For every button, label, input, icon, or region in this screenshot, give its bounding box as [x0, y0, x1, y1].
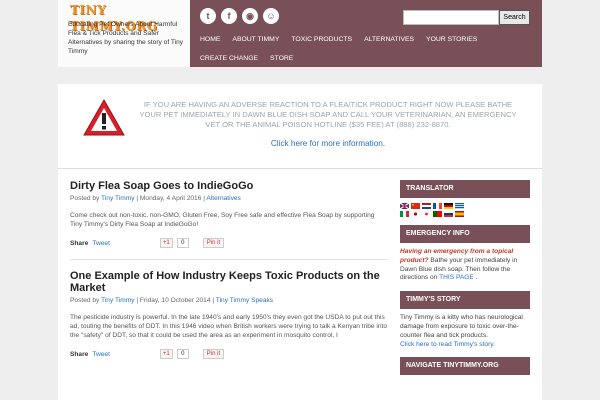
nav-panel: t f ◉ ☺ Search HOME ABOUT TIMMY TOXIC PR… [190, 0, 542, 67]
navigate-widget: NAVIGATE TINYTIMMY.ORG [400, 357, 530, 376]
nav-create-change[interactable]: CREATE CHANGE [200, 55, 258, 62]
divider [58, 168, 542, 169]
flag-gr-icon[interactable] [455, 203, 464, 209]
share-bar: Share Tweet +1 0 Pin it [70, 348, 388, 360]
gplus-count: 0 [176, 349, 189, 359]
search-button[interactable]: Search [499, 10, 530, 25]
brand-panel: Tiny Timmy.org Educating Pet Owners Abou… [58, 0, 190, 67]
post-meta: Posted by Tiny Timmy | Monday, 4 April 2… [70, 195, 388, 202]
flag-it-icon[interactable] [400, 211, 409, 217]
post-separator [70, 259, 388, 260]
emergency-text: Having an emergency from a topical produ… [400, 248, 518, 282]
flag-pt-icon[interactable] [433, 211, 442, 217]
language-flags [400, 203, 464, 217]
post-excerpt: The pesticide industry is powerful. In t… [70, 314, 388, 339]
gplus-button[interactable]: +1 [159, 238, 173, 248]
flag-zh-icon[interactable] [411, 203, 420, 209]
nav-alternatives[interactable]: ALTERNATIVES [364, 36, 414, 43]
story-text: Tiny Timmy is a kitty who has neurologic… [400, 314, 523, 339]
nav-store[interactable]: STORE [270, 55, 293, 62]
read-story-link[interactable]: Click here to read Timmy's story. [400, 341, 530, 350]
pin-it-button[interactable]: Pin it [202, 349, 225, 359]
post-item: Dirty Flea Soap Goes to IndieGoGo Posted… [70, 180, 388, 249]
post-category-link[interactable]: Alternatives [206, 195, 240, 202]
tweet-link[interactable]: Tweet [92, 240, 110, 247]
warning-icon [83, 98, 125, 136]
flag-nl-icon[interactable] [422, 203, 431, 209]
post-title[interactable]: One Example of How Industry Keeps Toxic … [70, 270, 388, 294]
timmys-story-widget: TIMMY'S STORY Tiny Timmy is a kitty who … [400, 291, 530, 349]
posted-by-label: Posted by [70, 195, 100, 202]
post-title[interactable]: Dirty Flea Soap Goes to IndieGoGo [70, 180, 388, 192]
twitter-icon[interactable]: t [200, 8, 216, 24]
share-label: Share [70, 239, 89, 247]
flag-ko-icon[interactable] [422, 211, 431, 217]
facebook-icon[interactable]: f [221, 8, 237, 24]
rss-icon[interactable]: ◉ [242, 8, 258, 24]
pin-it-button[interactable]: Pin it [202, 238, 225, 248]
flag-fr-icon[interactable] [433, 203, 442, 209]
nav-about-timmy[interactable]: ABOUT TIMMY [232, 36, 279, 43]
main-nav: HOME ABOUT TIMMY TOXIC PRODUCTS ALTERNAT… [200, 32, 530, 70]
post-author-link[interactable]: Tiny Timmy [101, 195, 134, 202]
gplus-count: 0 [176, 238, 189, 248]
post-excerpt: Come check out non-toxic, non-GMO, Glute… [70, 212, 375, 228]
emergency-widget: EMERGENCY INFO Having an emergency from … [400, 225, 530, 283]
site-tagline: Educating Pet Owners About Harmful Flea … [68, 21, 184, 55]
post-item: One Example of How Industry Keeps Toxic … [70, 270, 388, 360]
gplus-button[interactable]: +1 [159, 349, 173, 359]
post-date: | Monday, 4 April 2016 | [136, 195, 205, 202]
flag-jp-icon[interactable] [411, 211, 420, 217]
sidebar: TRANSLATOR EMERGENCY INFO Having an emer… [400, 180, 530, 383]
main-area: IF YOU ARE HAVING AN ADVERSE REACTION TO… [58, 84, 542, 400]
share-bar: Share Tweet +1 0 Pin it [70, 237, 388, 249]
post-meta: Posted by Tiny Timmy | Friday, 10 Octobe… [70, 297, 388, 304]
post-author-link[interactable]: Tiny Timmy [101, 297, 134, 304]
post-category-link[interactable]: Tiny Timmy Speaks [216, 297, 273, 304]
this-page-link[interactable]: THIS PAGE [439, 274, 474, 281]
flag-de-icon[interactable] [444, 203, 453, 209]
reddit-icon[interactable]: ☺ [263, 8, 279, 24]
post-list: Dirty Flea Soap Goes to IndieGoGo Posted… [70, 180, 388, 368]
nav-home[interactable]: HOME [200, 36, 220, 43]
nav-your-stories[interactable]: YOUR STORIES [426, 36, 477, 43]
search-form: Search [403, 10, 530, 25]
flag-es-icon[interactable] [455, 211, 464, 217]
emergency-alert: IF YOU ARE HAVING AN ADVERSE REACTION TO… [58, 84, 542, 166]
posted-by-label: Posted by [70, 297, 100, 304]
site-header: Tiny Timmy.org Educating Pet Owners Abou… [58, 0, 542, 67]
social-links: t f ◉ ☺ [200, 8, 279, 24]
flag-ru-icon[interactable] [444, 211, 453, 217]
search-input[interactable] [403, 10, 499, 25]
nav-toxic-products[interactable]: TOXIC PRODUCTS [291, 36, 352, 43]
flag-en-icon[interactable] [400, 203, 409, 209]
site-logo[interactable]: Tiny Timmy.org [70, 2, 184, 33]
share-label: Share [70, 350, 89, 358]
widget-title: NAVIGATE TINYTIMMY.ORG [400, 357, 530, 376]
widget-title: EMERGENCY INFO [400, 225, 530, 243]
alert-message: IF YOU ARE HAVING AN ADVERSE REACTION TO… [139, 100, 517, 129]
tweet-link[interactable]: Tweet [92, 351, 110, 358]
translator-widget: TRANSLATOR [400, 180, 530, 217]
widget-title: TIMMY'S STORY [400, 291, 530, 310]
post-date: | Friday, 10 October 2014 | [136, 297, 215, 304]
alert-more-info-link[interactable]: Click here for more information. [138, 139, 518, 148]
widget-title: TRANSLATOR [400, 180, 530, 198]
